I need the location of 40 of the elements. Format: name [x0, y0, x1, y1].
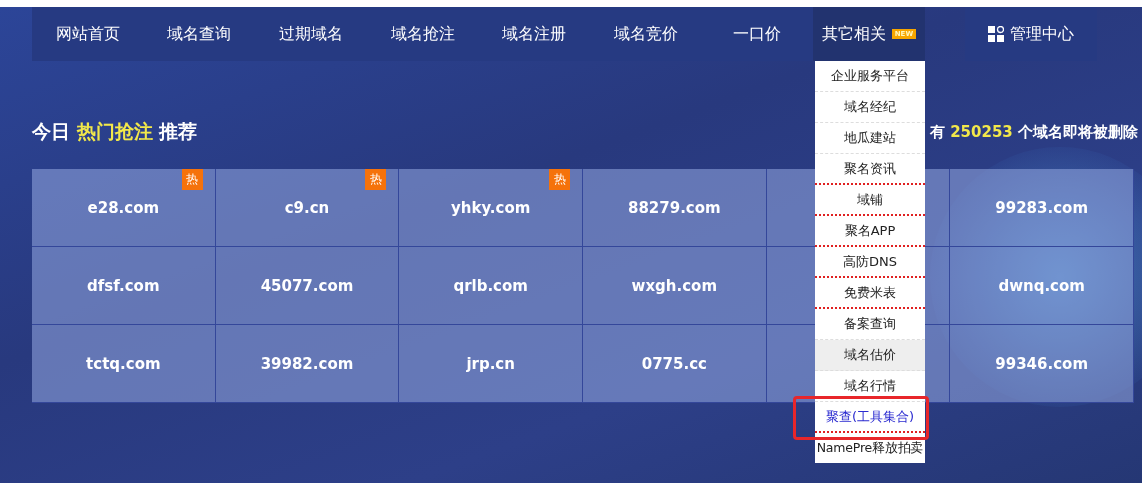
- domain-link[interactable]: jrp.cn: [466, 354, 515, 373]
- nav-tab[interactable]: 过期域名: [255, 7, 367, 61]
- menu-item[interactable]: 免费米表: [815, 278, 925, 309]
- menu-item[interactable]: 聚名APP: [815, 216, 925, 247]
- nav-tab[interactable]: 域名查询: [143, 7, 256, 61]
- menu-item[interactable]: 域名经纪: [815, 92, 925, 123]
- domain-link[interactable]: 99346.com: [995, 354, 1088, 373]
- nav-tab[interactable]: 域名抢注: [366, 7, 479, 61]
- domain-link[interactable]: 99283.com: [995, 198, 1088, 217]
- menu-item[interactable]: 域名行情: [815, 371, 925, 402]
- domain-link[interactable]: 39982.com: [260, 354, 354, 373]
- deletion-notice: 有 250253 个域名即将被删除: [929, 122, 1138, 142]
- domain-link[interactable]: dfsf.com: [87, 276, 160, 295]
- grid-icon: [987, 26, 1004, 42]
- domain-link[interactable]: 45077.com: [260, 276, 354, 295]
- menu-item[interactable]: 域名估价: [815, 340, 925, 371]
- menu-item[interactable]: 高防DNS: [815, 247, 925, 278]
- domain-link[interactable]: 0775.cc: [641, 354, 707, 373]
- domain-link[interactable]: qrlb.com: [453, 276, 528, 295]
- nav-tab[interactable]: 一口价: [701, 7, 814, 61]
- menu-item[interactable]: 域铺: [815, 185, 925, 216]
- nav-tab[interactable]: 域名竞价: [589, 7, 702, 61]
- hot-badge: 热: [549, 169, 570, 190]
- hot-badge: 热: [181, 169, 203, 190]
- menu-item[interactable]: 聚名资讯: [815, 154, 925, 185]
- nav-tab[interactable]: 网站首页: [32, 7, 144, 61]
- domain-link[interactable]: tctq.com: [86, 354, 161, 373]
- domain-link[interactable]: yhky.com: [451, 198, 531, 217]
- domain-link[interactable]: 88279.com: [627, 198, 721, 217]
- nav-tab[interactable]: 域名注册: [478, 7, 590, 61]
- domain-link[interactable]: e28.com: [87, 198, 160, 217]
- menu-item[interactable]: NamePre释放拍卖: [815, 433, 925, 463]
- menu-item[interactable]: 聚查(工具集合): [815, 402, 925, 433]
- section-heading: 今日 热门抢注 推荐: [32, 119, 198, 144]
- domain-link[interactable]: c9.cn: [284, 198, 330, 217]
- menu-item[interactable]: 地瓜建站: [815, 123, 925, 154]
- admin-center-link[interactable]: 管理中心: [964, 7, 1097, 61]
- domain-link[interactable]: wxgh.com: [631, 276, 718, 295]
- hot-badge: 热: [365, 169, 387, 190]
- menu-item[interactable]: 企业服务平台: [815, 61, 925, 92]
